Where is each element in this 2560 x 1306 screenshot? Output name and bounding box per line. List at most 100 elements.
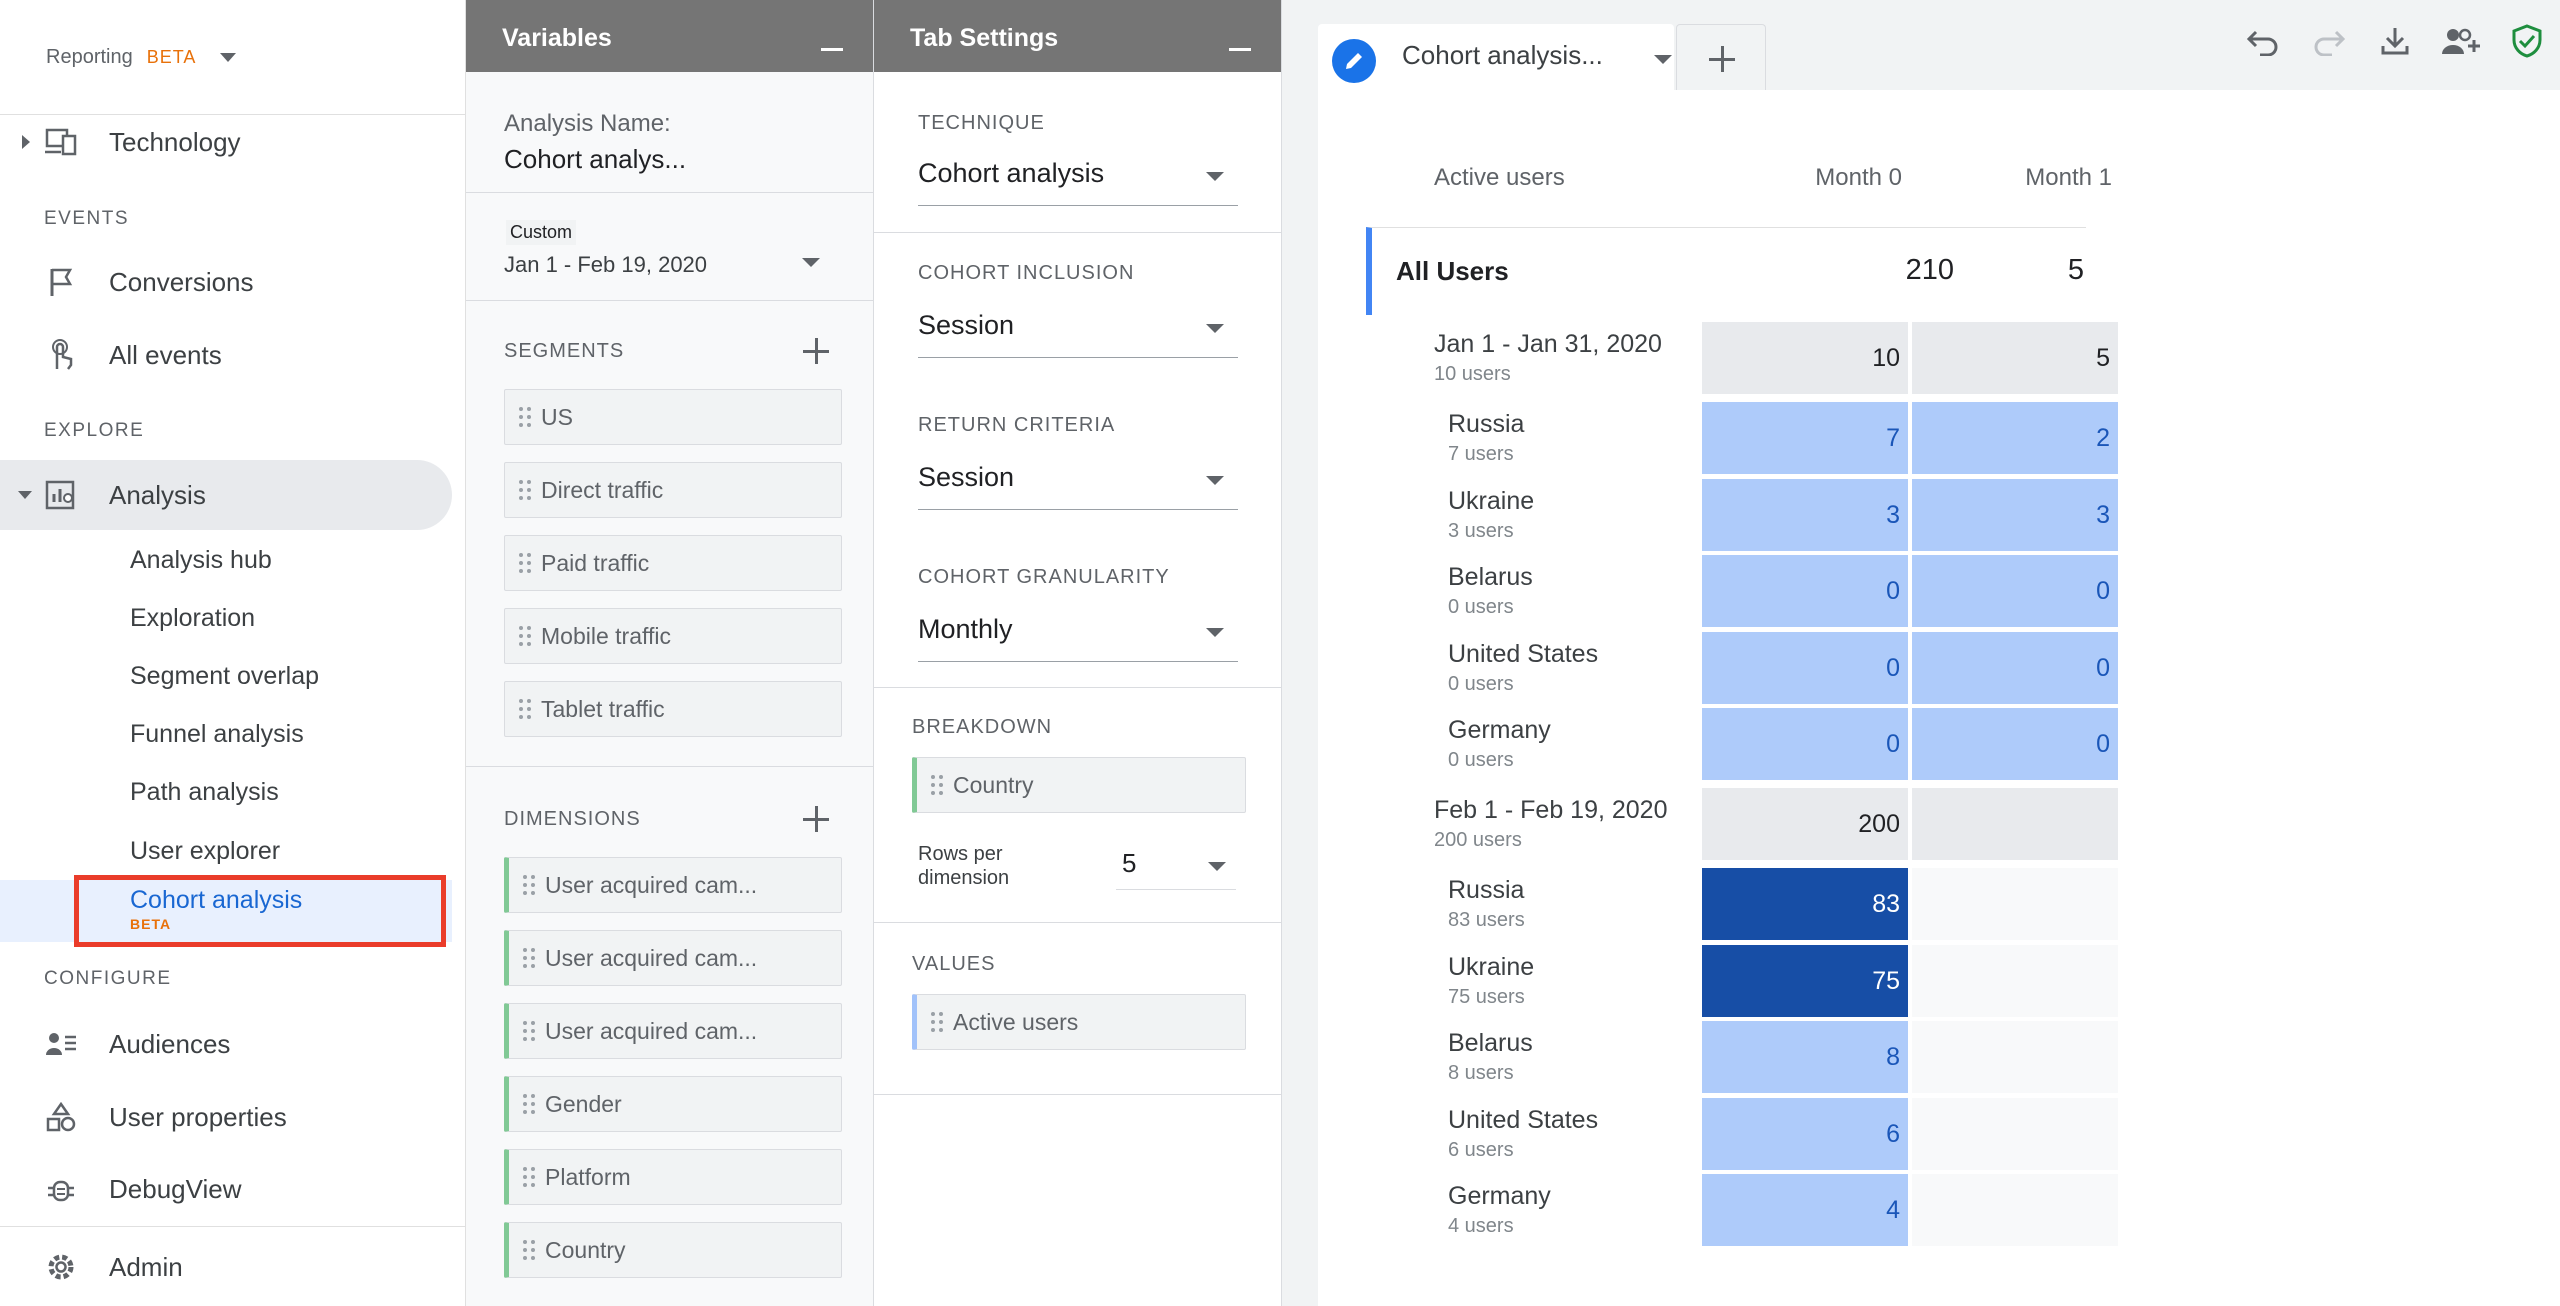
cohort-cell[interactable]: 3 [1912,479,2118,551]
cohort-cell[interactable] [1912,1174,2118,1246]
nav-sub-analysis-hub[interactable]: Analysis hub [130,546,272,575]
minimize-icon[interactable] [1229,48,1251,51]
panel-title: Variables [502,24,612,52]
drag-handle-icon[interactable] [523,948,535,968]
drag-handle-icon[interactable] [523,1021,535,1041]
country-row-label[interactable]: Belarus 0 users [1448,563,1533,619]
country-row-label[interactable]: United States 0 users [1448,640,1598,696]
dimension-chip[interactable]: User acquired cam... [504,930,842,986]
dimension-chip[interactable]: Country [504,1222,842,1278]
cohort-cell[interactable]: 7 [1702,402,1908,474]
cohort-cell[interactable]: 5 [1912,322,2118,394]
cohort-cell[interactable] [1912,1098,2118,1170]
shield-check-icon[interactable] [2506,20,2548,62]
drag-handle-icon[interactable] [519,699,531,719]
nav-sub-segment-overlap[interactable]: Segment overlap [130,662,319,691]
nav-item-user-properties[interactable]: User properties [0,1082,452,1152]
cohort-cell[interactable]: 200 [1702,788,1908,860]
cohort-cell[interactable]: 75 [1702,945,1908,1017]
dimension-chip[interactable]: Platform [504,1149,842,1205]
nav-sub-user-explorer[interactable]: User explorer [130,837,280,866]
add-tab-button[interactable] [1676,24,1766,90]
all-users-row[interactable]: All Users 210 5 [1366,227,2086,315]
segment-chip[interactable]: US [504,389,842,445]
cohort-cell[interactable]: 2 [1912,402,2118,474]
share-users-icon[interactable] [2440,20,2482,62]
cohort-inclusion-select[interactable]: Session [918,310,1238,358]
drag-handle-icon[interactable] [523,1167,535,1187]
tab-cohort-analysis[interactable]: Cohort analysis... [1318,24,1674,90]
nav-item-audiences[interactable]: Audiences [0,1009,452,1079]
cohort-cell[interactable] [1912,788,2118,860]
cohort-cell[interactable]: 4 [1702,1174,1908,1246]
country-row-label[interactable]: Germany 4 users [1448,1182,1551,1238]
nav-item-debugview[interactable]: DebugView [0,1154,452,1224]
technique-select[interactable]: Cohort analysis [918,158,1238,206]
nav-item-technology[interactable]: Technology [0,107,452,177]
minimize-icon[interactable] [821,48,843,51]
drag-handle-icon[interactable] [523,1094,535,1114]
segment-chip[interactable]: Mobile traffic [504,608,842,664]
download-icon[interactable] [2374,20,2416,62]
cohort-cell[interactable] [1912,945,2118,1017]
add-segment-icon[interactable] [803,338,829,364]
cohort-cell[interactable]: 0 [1702,708,1908,780]
segment-chip[interactable]: Paid traffic [504,535,842,591]
segment-chip[interactable]: Tablet traffic [504,681,842,737]
drag-handle-icon[interactable] [519,553,531,573]
country-row-label[interactable]: Belarus 8 users [1448,1029,1533,1085]
cohort-cell[interactable] [1912,1021,2118,1093]
add-dimension-icon[interactable] [803,806,829,832]
cohort-cell[interactable] [1912,868,2118,940]
cohort-cell[interactable]: 0 [1912,708,2118,780]
drag-handle-icon[interactable] [519,407,531,427]
cohort-label[interactable]: Feb 1 - Feb 19, 2020 200 users [1434,796,1667,852]
cohort-cell[interactable]: 83 [1702,868,1908,940]
pencil-icon[interactable] [1332,39,1376,83]
date-badge: Custom [506,220,577,245]
cohort-label[interactable]: Jan 1 - Jan 31, 2020 10 users [1434,330,1662,386]
drag-handle-icon[interactable] [931,1012,943,1032]
return-criteria-select[interactable]: Session [918,462,1238,510]
dimension-chip[interactable]: User acquired cam... [504,1003,842,1059]
country-row-label[interactable]: Russia 83 users [1448,876,1525,932]
breakdown-chip[interactable]: Country [912,757,1246,813]
reporting-selector[interactable]: Reporting BETA [46,46,237,69]
nav-sub-path-analysis[interactable]: Path analysis [130,778,279,807]
rows-per-dimension-select[interactable]: 5 [1116,848,1236,890]
drag-handle-icon[interactable] [519,626,531,646]
drag-handle-icon[interactable] [523,875,535,895]
nav-item-all-events[interactable]: All events [0,320,452,390]
cohort-cell[interactable]: 10 [1702,322,1908,394]
cohort-cell[interactable]: 6 [1702,1098,1908,1170]
country-row-label[interactable]: United States 6 users [1448,1106,1598,1162]
drag-handle-icon[interactable] [519,480,531,500]
dimension-chip[interactable]: Gender [504,1076,842,1132]
country-row-label[interactable]: Ukraine 3 users [1448,487,1534,543]
country-row-label[interactable]: Russia 7 users [1448,410,1524,466]
country-row-label[interactable]: Ukraine 75 users [1448,953,1534,1009]
nav-sub-exploration[interactable]: Exploration [130,604,255,633]
drag-handle-icon[interactable] [523,1240,535,1260]
cohort-granularity-select[interactable]: Monthly [918,614,1238,662]
analysis-name-input[interactable]: Cohort analys... [504,144,686,175]
cohort-cell[interactable]: 8 [1702,1021,1908,1093]
nav-sub-funnel-analysis[interactable]: Funnel analysis [130,720,304,749]
drag-handle-icon[interactable] [931,775,943,795]
cohort-cell[interactable]: 3 [1702,479,1908,551]
cohort-cell[interactable]: 0 [1912,555,2118,627]
cohort-cell[interactable]: 0 [1912,632,2118,704]
cohort-cell[interactable]: 0 [1702,555,1908,627]
values-chip[interactable]: Active users [912,994,1246,1050]
undo-icon[interactable] [2242,20,2284,62]
country-row-label[interactable]: Germany 0 users [1448,716,1551,772]
dimension-chip[interactable]: User acquired cam... [504,857,842,913]
nav-item-admin[interactable]: Admin [0,1232,452,1302]
nav-item-conversions[interactable]: Conversions [0,247,452,317]
chevron-down-icon[interactable] [1654,55,1672,64]
nav-item-analysis[interactable]: Analysis [0,460,452,530]
select-value: Session [918,310,1015,340]
segment-chip[interactable]: Direct traffic [504,462,842,518]
cohort-cell[interactable]: 0 [1702,632,1908,704]
redo-icon[interactable] [2308,20,2350,62]
